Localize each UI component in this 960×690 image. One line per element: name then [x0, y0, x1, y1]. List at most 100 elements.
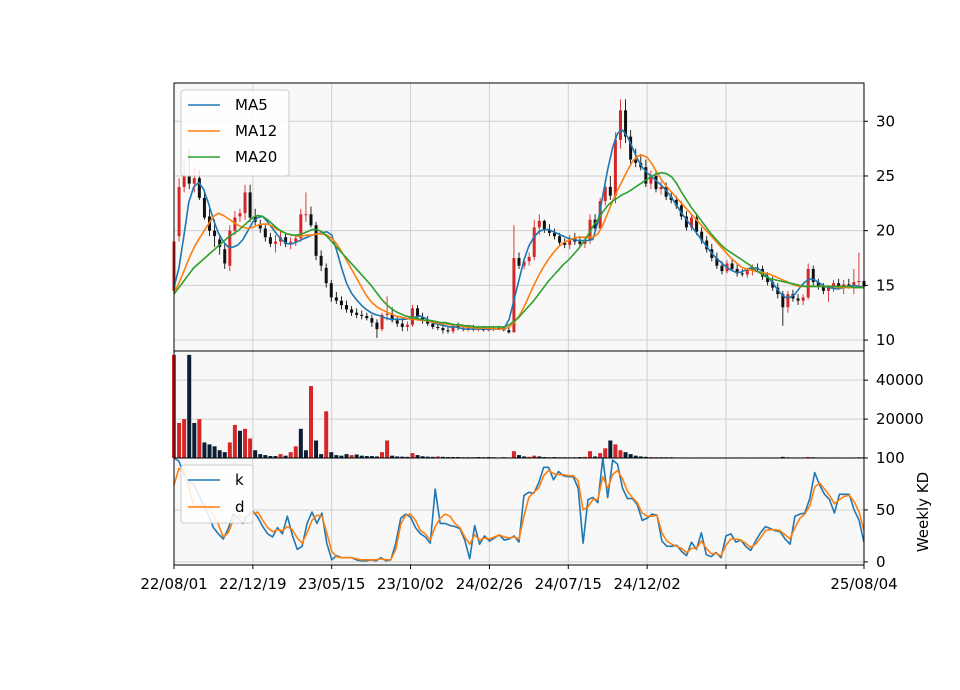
volume-bar-17	[258, 454, 263, 458]
candle-body-46	[405, 324, 409, 327]
kd-panel: 0 50 100 Weekly KD k d	[173, 449, 932, 571]
candle-body-1	[177, 186, 181, 237]
volume-bar-90	[628, 454, 633, 458]
candle-body-121	[786, 294, 790, 308]
price-ytick-label-4: 30	[876, 112, 895, 130]
candle-body-15	[248, 192, 252, 218]
candle-body-71	[532, 227, 536, 257]
x-tick-label-4: 24/02/26	[456, 575, 523, 593]
volume-bar-36	[354, 454, 359, 458]
candle-body-68	[517, 258, 521, 266]
x-tick-label-3: 23/10/02	[377, 575, 444, 593]
price-legend: MA5 MA12 MA20	[180, 89, 290, 177]
price-ytick-label-2: 20	[876, 222, 895, 240]
candle-body-5	[197, 178, 201, 198]
candle-body-72	[537, 220, 541, 228]
volume-bar-34	[344, 454, 349, 458]
kd-ytick-label-0: 0	[876, 553, 886, 571]
volume-bar-6	[202, 442, 207, 458]
candle-body-52	[436, 326, 440, 329]
candle-body-113	[745, 270, 749, 275]
candle-body-87	[613, 139, 617, 196]
volume-bar-14	[243, 428, 248, 458]
legend-ma12-label: MA12	[235, 122, 277, 140]
volume-bar-47	[410, 453, 415, 458]
volume-bar-85	[603, 448, 608, 458]
x-tick-label-6: 24/12/02	[613, 575, 680, 593]
candle-body-36	[355, 312, 359, 315]
volume-bar-27	[308, 386, 313, 458]
candle-body-6	[202, 197, 206, 218]
candle-body-40	[375, 322, 379, 330]
volume-bar-25	[298, 428, 303, 458]
candle-body-54	[446, 330, 450, 332]
volume-bar-41	[380, 452, 385, 458]
candle-body-76	[558, 236, 562, 243]
candle-body-38	[365, 315, 369, 319]
candle-body-31	[329, 283, 333, 298]
candle-body-3	[187, 175, 191, 184]
candle-body-10	[223, 249, 227, 264]
candle-body-13	[238, 213, 242, 217]
candle-body-8	[213, 230, 217, 237]
volume-bar-8	[212, 446, 217, 458]
candle-body-73	[542, 220, 546, 230]
candle-body-86	[608, 186, 612, 196]
price-ytick-label-1: 15	[876, 276, 895, 294]
volume-bar-28	[314, 440, 319, 458]
candle-body-33	[339, 300, 343, 306]
volume-bar-26	[303, 450, 308, 458]
candle-body-20	[273, 241, 277, 244]
candle-body-37	[360, 314, 364, 316]
volume-bar-10	[222, 452, 227, 458]
candle-body-4	[192, 178, 196, 184]
kd-ytick-label-1: 50	[876, 501, 895, 519]
candle-body-2	[182, 175, 186, 187]
candle-body-42	[385, 313, 389, 315]
kd-ytick-label-2: 100	[876, 449, 905, 467]
candle-body-135	[857, 280, 861, 283]
candle-body-53	[441, 328, 445, 331]
candle-body-51	[431, 323, 435, 327]
candle-body-125	[806, 268, 810, 298]
volume-bar-88	[618, 450, 623, 458]
candle-body-18	[263, 228, 267, 238]
candle-body-96	[659, 186, 663, 190]
candle-body-27	[309, 214, 313, 226]
candle-body-123	[796, 298, 800, 301]
candle-body-19	[268, 237, 272, 244]
volume-bar-12	[232, 424, 237, 458]
candle-body-45	[400, 323, 404, 327]
kd-y-axis-label: Weekly KD	[914, 472, 932, 552]
x-tick-label-2: 23/05/15	[298, 575, 365, 593]
candle-body-124	[801, 297, 805, 301]
candle-body-32	[334, 297, 338, 301]
volume-bar-82	[588, 451, 593, 458]
legend-ma20-label: MA20	[235, 148, 277, 166]
candle-body-110	[730, 263, 734, 269]
volume-bar-30	[324, 411, 329, 458]
volume-bar-67	[511, 451, 516, 458]
volume-bar-23	[288, 452, 293, 458]
candle-body-108	[720, 265, 724, 272]
volume-bar-42	[385, 440, 390, 458]
volume-bar-16	[253, 450, 258, 458]
candle-body-29	[319, 255, 323, 266]
volume-bar-24	[293, 446, 298, 458]
stock-chart-figure: 10 15 20 25 30 MA5 MA12 MA20 20000 40000 0 50 1…	[0, 0, 960, 690]
volume-bar-84	[598, 453, 603, 458]
kd-plot-area	[174, 458, 864, 565]
candle-body-26	[304, 214, 308, 216]
volume-ytick-label-0: 20000	[876, 410, 924, 428]
volume-bar-11	[227, 442, 232, 458]
volume-ytick-label-1: 40000	[876, 371, 924, 389]
kd-legend: k d	[180, 464, 254, 524]
volume-plot-area	[174, 351, 864, 458]
legend-d-label: d	[235, 498, 245, 516]
volume-bar-9	[217, 450, 222, 458]
volume-panel: 20000 40000	[172, 350, 924, 459]
legend-k-label: k	[235, 471, 244, 489]
candle-body-70	[527, 256, 531, 262]
candle-body-88	[618, 110, 622, 140]
candle-body-112	[740, 273, 744, 275]
